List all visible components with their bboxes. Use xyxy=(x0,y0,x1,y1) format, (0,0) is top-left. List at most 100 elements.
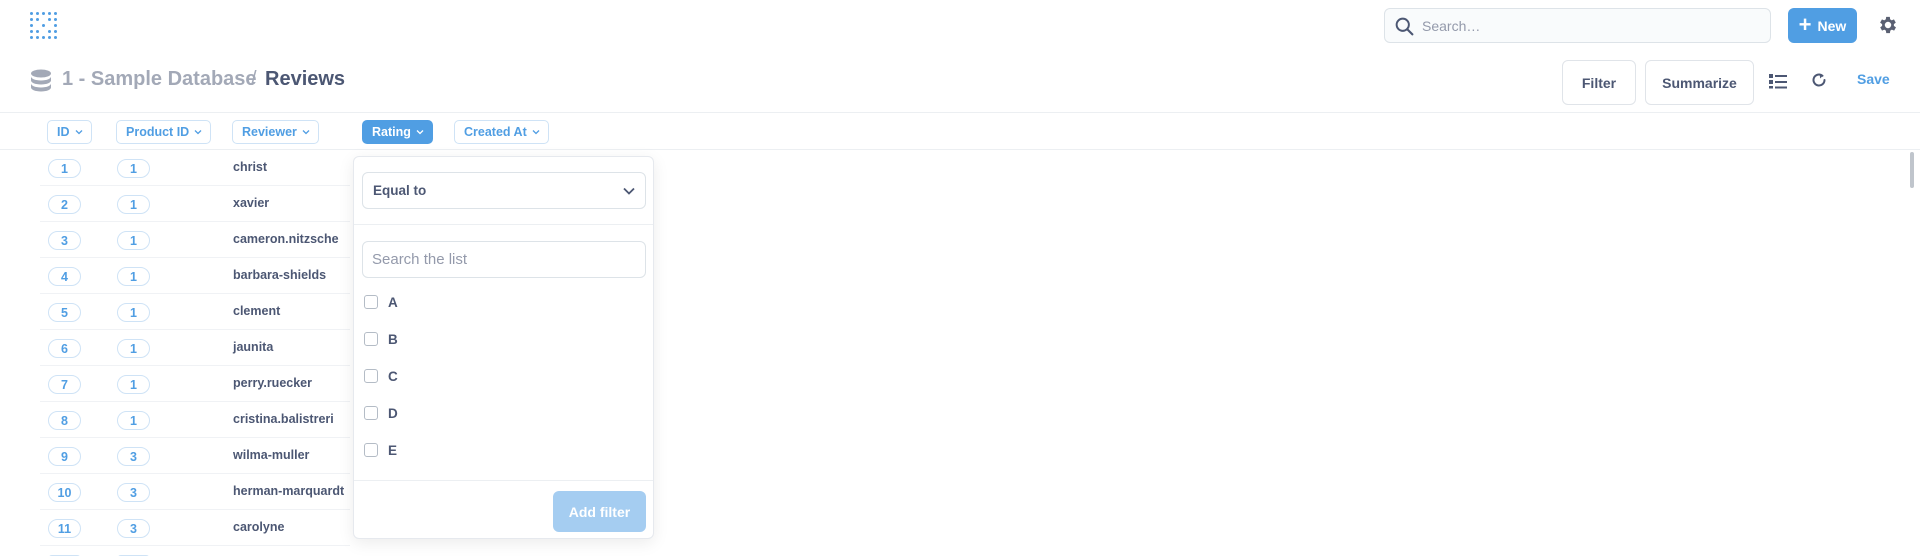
column-header-label: Reviewer xyxy=(242,125,297,139)
popover-divider xyxy=(354,480,653,481)
table-row: 9 3 wilma-muller xyxy=(40,438,350,474)
column-header-id[interactable]: ID xyxy=(47,120,92,144)
database-icon xyxy=(31,69,51,92)
plus-icon: + xyxy=(1798,11,1812,37)
reviewer-cell: wilma-muller xyxy=(233,448,310,462)
option-c[interactable]: C xyxy=(364,366,398,386)
query-header: 1 - Sample Database / Reviews Filter Sum… xyxy=(0,55,1920,113)
product-id-cell[interactable]: 1 xyxy=(117,267,150,286)
chevron-down-icon xyxy=(623,187,635,195)
product-id-cell[interactable]: 3 xyxy=(117,447,150,466)
id-cell[interactable]: 11 xyxy=(48,519,81,538)
table-row: 11 3 carolyne xyxy=(40,510,350,546)
product-id-cell[interactable]: 3 xyxy=(117,519,150,538)
chevron-down-icon xyxy=(532,130,540,135)
column-header-label: Created At xyxy=(464,125,527,139)
gear-icon[interactable] xyxy=(1877,14,1899,36)
table-row: 4 1 barbara-shields xyxy=(40,258,350,294)
summarize-button[interactable]: Summarize xyxy=(1645,60,1754,105)
option-label: B xyxy=(388,331,398,347)
option-d[interactable]: D xyxy=(364,403,398,423)
column-header-rating[interactable]: Rating xyxy=(362,120,433,144)
table-row: 2 1 xavier xyxy=(40,186,350,222)
option-b[interactable]: B xyxy=(364,329,398,349)
id-cell[interactable]: 1 xyxy=(48,159,81,178)
search-icon xyxy=(1395,17,1414,36)
checkbox[interactable] xyxy=(364,332,378,346)
chevron-down-icon xyxy=(416,130,424,135)
table-row: 3 1 cameron.nitzsche xyxy=(40,222,350,258)
checkbox[interactable] xyxy=(364,295,378,309)
filter-button[interactable]: Filter xyxy=(1562,60,1636,105)
table-row: 1 1 christ xyxy=(40,150,350,186)
list-search-input[interactable] xyxy=(362,241,646,278)
option-label: C xyxy=(388,368,398,384)
id-cell[interactable]: 6 xyxy=(48,339,81,358)
notebook-list-icon[interactable] xyxy=(1768,71,1788,91)
search-input[interactable] xyxy=(1422,9,1762,42)
product-id-cell[interactable]: 1 xyxy=(117,375,150,394)
reviewer-cell: herman-marquardt xyxy=(233,484,345,498)
id-cell[interactable]: 2 xyxy=(48,195,81,214)
operator-select[interactable]: Equal to xyxy=(362,172,646,209)
reviewer-cell: clement xyxy=(233,304,281,318)
breadcrumb-table: Reviews xyxy=(265,68,346,90)
product-id-cell[interactable]: 1 xyxy=(117,159,150,178)
chevron-down-icon xyxy=(302,130,310,135)
column-header-label: Product ID xyxy=(126,125,190,139)
metabase-logo-icon[interactable] xyxy=(30,12,58,40)
global-search[interactable] xyxy=(1384,8,1771,43)
option-label: E xyxy=(388,442,398,458)
reviewer-cell: xavier xyxy=(233,196,270,210)
table-row: 10 3 herman-marquardt xyxy=(40,474,350,510)
product-id-cell[interactable]: 1 xyxy=(117,411,150,430)
id-cell[interactable]: 7 xyxy=(48,375,81,394)
table-row: 7 1 perry.ruecker xyxy=(40,366,350,402)
new-button-label: New xyxy=(1817,17,1847,34)
checkbox[interactable] xyxy=(364,369,378,383)
product-id-cell[interactable]: 1 xyxy=(117,195,150,214)
breadcrumb-database[interactable]: 1 - Sample Database xyxy=(62,68,257,91)
reviewer-cell: perry.ruecker xyxy=(233,376,312,390)
product-id-cell[interactable]: 3 xyxy=(117,483,150,502)
id-cell[interactable]: 3 xyxy=(48,231,81,250)
chevron-down-icon xyxy=(75,130,82,135)
save-button[interactable]: Save xyxy=(1857,71,1890,87)
column-header-product-id[interactable]: Product ID xyxy=(116,120,212,144)
checkbox[interactable] xyxy=(364,406,378,420)
operator-value: Equal to xyxy=(373,183,427,198)
id-cell[interactable]: 5 xyxy=(48,303,81,322)
id-cell[interactable]: 10 xyxy=(48,483,81,502)
column-header-label: ID xyxy=(57,125,70,139)
refresh-icon[interactable] xyxy=(1809,70,1829,90)
option-a[interactable]: A xyxy=(364,292,398,312)
reviewer-cell: christ xyxy=(233,160,268,174)
id-cell[interactable]: 9 xyxy=(48,447,81,466)
checkbox[interactable] xyxy=(364,443,378,457)
chevron-down-icon xyxy=(194,130,202,135)
product-id-cell[interactable]: 1 xyxy=(117,303,150,322)
vertical-scrollbar[interactable] xyxy=(1910,152,1914,188)
id-cell[interactable]: 4 xyxy=(48,267,81,286)
reviewer-cell: cameron.nitzsche xyxy=(233,232,339,246)
id-cell[interactable]: 8 xyxy=(48,411,81,430)
table-row: 5 1 clement xyxy=(40,294,350,330)
option-label: A xyxy=(388,294,398,310)
popover-divider xyxy=(354,224,653,225)
table-row: 8 1 cristina.balistreri xyxy=(40,402,350,438)
reviewer-cell: barbara-shields xyxy=(233,268,327,282)
column-header-reviewer[interactable]: Reviewer xyxy=(232,120,319,144)
top-navbar: + New xyxy=(0,0,1920,50)
column-header-created-at[interactable]: Created At xyxy=(454,120,549,144)
reviewer-cell: cristina.balistreri xyxy=(233,412,334,426)
option-label: D xyxy=(388,405,398,421)
add-filter-button[interactable]: Add filter xyxy=(553,491,646,532)
new-button[interactable]: + New xyxy=(1788,8,1857,43)
rating-filter-popover: Equal to A B C D E Add filter xyxy=(353,156,654,539)
reviewer-cell: jaunita xyxy=(233,340,274,354)
product-id-cell[interactable]: 1 xyxy=(117,231,150,250)
breadcrumb-separator: / xyxy=(251,68,257,90)
table-row: 6 1 jaunita xyxy=(40,330,350,366)
option-e[interactable]: E xyxy=(364,440,397,460)
product-id-cell[interactable]: 1 xyxy=(117,339,150,358)
